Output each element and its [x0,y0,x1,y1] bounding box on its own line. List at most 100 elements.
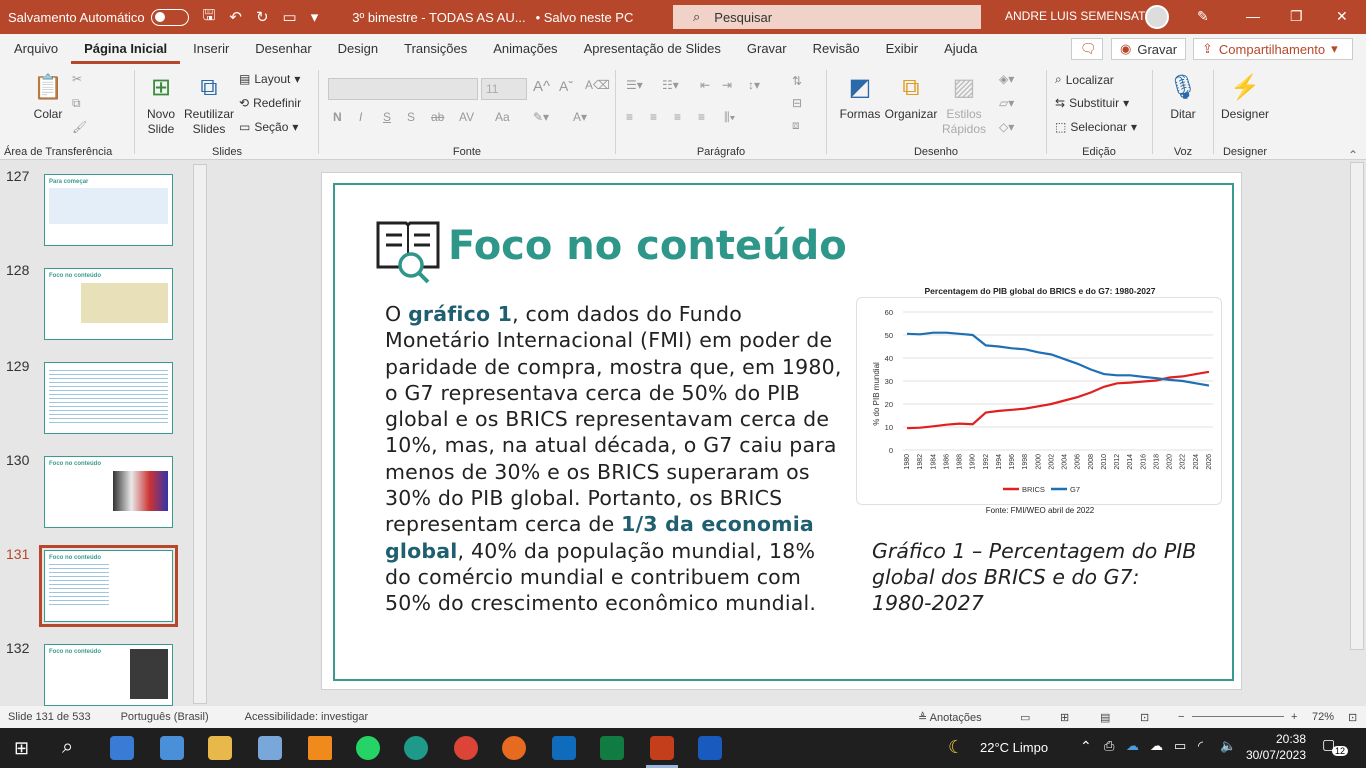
indent-icon[interactable]: ⇥ [722,78,732,92]
line-spacing-icon[interactable]: ↕▾ [748,78,760,92]
widgets-icon[interactable] [110,736,134,760]
fill-icon[interactable]: ◈▾ [999,72,1014,86]
fit-slide-icon[interactable]: ⊡ [1348,711,1357,724]
chrome-icon[interactable] [454,736,478,760]
grow-font-icon[interactable]: A^ [533,78,550,95]
clock-time[interactable]: 20:38 [1250,732,1306,746]
vlc-icon[interactable] [308,736,332,760]
wifi-icon[interactable]: ◜ [1198,738,1203,754]
shadow-icon[interactable]: S [407,110,415,124]
battery-icon[interactable]: ▭ [1174,738,1186,754]
tab-desenhar[interactable]: Desenhar [242,34,324,64]
cut-icon[interactable]: ✂ [72,72,82,86]
firefox-icon[interactable] [502,736,526,760]
undo-icon[interactable]: ↶ [229,8,242,26]
slide-thumbnail[interactable]: Para começar [44,174,173,246]
reuse-slides-button[interactable]: ⧉ Reutilizar Slides [183,70,235,137]
present-icon[interactable]: ▭ [283,8,297,26]
slide-title[interactable]: Foco no conteúdo [448,223,847,269]
find-button[interactable]: ⌕ Localizar [1055,72,1114,87]
paint-icon[interactable] [258,736,282,760]
dictate-button[interactable]: 🎙 Ditar [1161,70,1205,122]
close-icon[interactable]: ✕ [1336,8,1348,25]
record-button[interactable]: ◉ Gravar [1111,38,1187,60]
slide-canvas[interactable]: Foco no conteúdo O gráfico 1, com dados … [321,172,1242,690]
tab-revisao[interactable]: Revisão [800,34,873,64]
align-left-icon[interactable]: ≡ [626,110,633,124]
tab-apresentacao[interactable]: Apresentação de Slides [571,34,734,64]
tab-pagina-inicial[interactable]: Página Inicial [71,34,181,64]
search-icon[interactable]: ⌕ [62,736,73,759]
share-button[interactable]: ⇪ Compartilhamento ▾ [1193,38,1353,60]
slide-thumbnail[interactable] [44,362,173,434]
onedrive-icon[interactable]: ☁ [1126,738,1139,754]
replace-button[interactable]: ⇆ Substituir ▾ [1055,96,1129,110]
copy-icon[interactable]: ⧉ [72,96,81,111]
bold-icon[interactable]: N [333,110,342,124]
slide-thumbnail[interactable]: Foco no conteúdo [44,268,173,340]
tab-transicoes[interactable]: Transições [391,34,480,64]
outdent-icon[interactable]: ⇤ [700,78,710,92]
bullets-icon[interactable]: ☰▾ [626,78,643,92]
clock-date[interactable]: 30/07/2023 [1240,748,1306,762]
slide-thumbnail[interactable]: Foco no conteúdo [44,644,173,706]
reset-button[interactable]: ⟲ Redefinir [239,96,301,110]
slide-thumbnail[interactable]: Foco no conteúdo [44,456,173,528]
avatar[interactable] [1145,5,1169,29]
tab-gravar[interactable]: Gravar [734,34,800,64]
paste-button[interactable]: 📋 Colar [26,70,70,122]
justify-icon[interactable]: ≡ [698,110,705,124]
search-box[interactable]: ⌕ Pesquisar [673,5,981,29]
zoom-out-icon[interactable]: − [1178,711,1184,723]
shapes-button[interactable]: ◩ Formas [837,70,883,122]
new-slide-button[interactable]: ⊞ Novo Slide [141,70,181,137]
autosave-toggle[interactable] [150,8,189,26]
chart-caption[interactable]: Gráfico 1 – Percentagem do PIB global do… [872,538,1202,616]
text-direction-icon[interactable]: ⇅ [792,74,802,88]
underline-icon[interactable]: S [383,110,391,124]
font-color-icon[interactable]: A▾ [573,110,587,124]
columns-icon[interactable]: ⫼▾ [724,110,735,125]
reading-view-icon[interactable]: ▤ [1100,711,1110,724]
align-text-icon[interactable]: ⊟ [792,96,802,110]
zoom-slider[interactable] [1192,716,1284,717]
strike-icon[interactable]: ab [431,110,444,124]
minimize-icon[interactable]: — [1246,8,1260,24]
word-icon[interactable] [698,736,722,760]
tab-exibir[interactable]: Exibir [873,34,932,64]
chart-container[interactable]: Percentagem do PIB global do BRICS e do … [856,286,1222,514]
tab-animacoes[interactable]: Animações [480,34,570,64]
spacing-icon[interactable]: AV [459,110,474,124]
notes-button[interactable]: ≜ Anotações [918,711,982,724]
tab-ajuda[interactable]: Ajuda [931,34,990,64]
smartart-icon[interactable]: ⧈ [792,118,800,133]
case-icon[interactable]: Aa [495,110,510,124]
accessibility-status[interactable]: Acessibilidade: investigar [245,711,369,723]
zoom-in-icon[interactable]: + [1291,711,1297,723]
quick-styles-button[interactable]: ▨ Estilos Rápidos [939,70,989,137]
edge-icon[interactable] [404,736,428,760]
slide-scrollbar[interactable] [1350,162,1364,650]
thumbnail-scrollbar[interactable] [193,164,207,704]
italic-icon[interactable]: I [359,110,362,124]
redo-icon[interactable]: ↻ [256,8,269,26]
outline-icon[interactable]: ▱▾ [999,96,1014,110]
numbering-icon[interactable]: ☷▾ [662,78,679,92]
windows-start-icon[interactable]: ⊞ [14,738,29,759]
tray-chevron-icon[interactable]: ⌃ [1080,738,1092,755]
tab-arquivo[interactable]: Arquivo [0,34,71,64]
meet-icon[interactable]: ⎙ [1104,738,1114,754]
tab-design[interactable]: Design [325,34,391,64]
whatsapp-icon[interactable] [356,736,380,760]
volume-icon[interactable]: 🔈 [1220,738,1236,754]
teams-icon[interactable] [160,736,184,760]
file-explorer-icon[interactable] [208,736,232,760]
format-painter-icon[interactable]: 🖌 [72,120,87,134]
align-right-icon[interactable]: ≡ [674,110,681,124]
shrink-font-icon[interactable]: Aˇ [559,78,573,94]
weather-status[interactable]: 22°C Limpo [980,740,1048,755]
tab-inserir[interactable]: Inserir [180,34,242,64]
effects-icon[interactable]: ◇▾ [999,120,1014,134]
designer-button[interactable]: ⚡ Designer [1218,70,1272,122]
slide-thumbnail-selected[interactable]: Foco no conteúdo [39,545,178,627]
